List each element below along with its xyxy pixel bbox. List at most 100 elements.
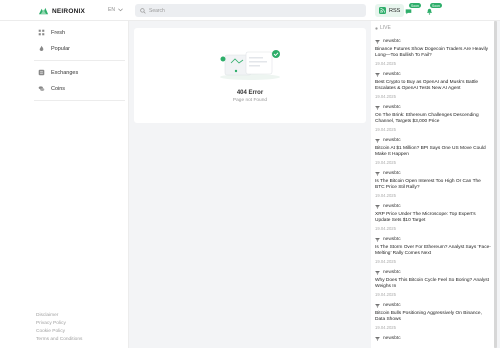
logo-text: NEIRONIX [52,7,86,15]
news-source: newsbtc [375,269,491,276]
source-icon [375,73,380,77]
news-headline: Best Crypto to Buy as OpenAI and Musk’s … [375,80,479,91]
search-input[interactable] [149,7,349,14]
news-source: newsbtc [375,203,491,210]
news-item[interactable]: newsbtc Best Crypto to Buy as OpenAI and… [375,71,491,99]
news-date: 19.04.2025 [375,126,396,132]
error-subtitle: Page not Found [232,98,268,103]
news-item[interactable]: newsbtc Binance Futures Show Dogecoin Tr… [375,38,491,66]
news-date: 19.04.2025 [375,192,396,198]
sidebar-item-label: Exchanges [51,69,79,76]
news-source-name: newsbtc [383,270,401,275]
news-item[interactable]: newsbtc Bitcoin At $1 Million? BPI Says … [375,137,491,165]
source-icon [375,238,380,242]
news-headline: Why Does This Bitcoin Cycle Feel So Bori… [375,278,490,289]
news-source: newsbtc [375,38,491,45]
news-item[interactable]: newsbtc [375,335,491,342]
news-headline: On The Brink: Ethereum Challenges Descen… [375,113,479,124]
news-source: newsbtc [375,71,491,78]
news-source-name: newsbtc [383,138,401,143]
sidebar: Fresh Popular Exchanges Coins Disclaimer… [0,21,129,348]
news-item[interactable]: newsbtc On The Brink: Ethereum Challenge… [375,104,491,132]
source-icon [375,106,380,110]
news-source-name: newsbtc [383,171,401,176]
news-date: 19.04.2025 [375,93,396,99]
news-source: newsbtc [375,104,491,111]
news-source-name: newsbtc [383,105,401,110]
source-icon [375,337,380,341]
clock-icon [38,29,45,36]
language-selector[interactable]: EN [108,7,123,13]
news-source-name: newsbtc [383,237,401,242]
live-dot-icon [375,26,378,30]
news-headline: Bitcoin At $1 Million? BPI Says One US M… [375,146,486,157]
news-date: 19.04.2025 [375,258,396,264]
news-headline: Is The Bitcoin Open Interest Too High Or… [375,179,481,190]
news-headline: Is The Storm Over For Ethereum? Analyst … [375,245,491,256]
source-icon [375,172,380,176]
news-source: newsbtc [375,236,491,243]
live-label: LIVE [380,25,391,31]
news-source-name: newsbtc [383,303,401,308]
fire-icon [39,45,44,51]
news-feed[interactable]: LIVE newsbtc Binance Futures Show Dogeco… [371,21,495,348]
chat-button[interactable]: Soon [404,3,424,17]
footer-link-terms[interactable]: Terms and Conditions [36,337,82,342]
news-item[interactable]: newsbtc Bitcoin Bulls Positioning Aggres… [375,302,491,330]
news-source-name: newsbtc [383,39,401,44]
news-headline: XRP Price Under The Microscope: Top Expe… [375,212,476,223]
news-source-name: newsbtc [383,72,401,77]
news-item[interactable]: newsbtc Why Does This Bitcoin Cycle Feel… [375,269,491,297]
news-item[interactable]: newsbtc XRP Price Under The Microscope: … [375,203,491,231]
live-indicator: LIVE [375,25,391,31]
news-item[interactable]: newsbtc Is The Storm Over For Ethereum? … [375,236,491,264]
sidebar-item-label: Popular [51,45,70,52]
exchange-icon [38,69,45,76]
rss-label: RSS [389,7,401,14]
news-source: newsbtc [375,170,491,177]
source-icon [375,139,380,143]
logo-icon [38,7,49,14]
news-source: newsbtc [375,302,491,309]
news-date: 19.04.2025 [375,225,396,231]
not-found-illustration-icon [220,50,280,80]
news-source: newsbtc [375,137,491,144]
logo[interactable]: NEIRONIX [38,5,85,17]
footer-link-cookie[interactable]: Cookie Policy [36,329,65,334]
sidebar-item-exchanges[interactable]: Exchanges [38,69,78,76]
news-date: 19.04.2025 [375,159,396,165]
coins-icon [38,86,45,91]
top-bar: NEIRONIX EN RSS Soon Soon [0,0,500,21]
soon-badge: Soon [430,3,442,8]
chat-icon [405,9,412,15]
chevron-down-icon [118,8,123,12]
footer-link-disclaimer[interactable]: Disclaimer [36,313,58,318]
language-label: EN [108,7,115,13]
news-source-name: newsbtc [383,204,401,209]
news-headline: Bitcoin Bulls Positioning Aggressively O… [375,311,482,322]
source-icon [375,304,380,308]
footer-link-privacy[interactable]: Privacy Policy [36,321,66,326]
news-date: 19.04.2025 [375,324,396,330]
news-item[interactable]: newsbtc Is The Bitcoin Open Interest Too… [375,170,491,198]
sidebar-item-popular[interactable]: Popular [38,45,70,52]
scrollbar-thumb[interactable] [494,21,497,348]
notifications-button[interactable]: Soon [425,3,445,17]
news-scrollbar[interactable] [494,21,497,348]
error-title: 404 Error [236,90,264,96]
sidebar-item-label: Fresh [51,29,66,36]
source-icon [375,40,380,44]
news-date: 19.04.2025 [375,60,396,66]
news-headline: Binance Futures Show Dogecoin Traders Ar… [375,47,489,58]
soon-badge: Soon [409,3,421,8]
news-date: 19.04.2025 [375,291,396,297]
search-bar[interactable] [135,4,366,17]
rss-button[interactable]: RSS [375,4,405,17]
bell-icon [427,8,432,15]
source-icon [375,205,380,209]
error-card: 404 Error Page not Found [134,28,366,123]
sidebar-item-label: Coins [51,85,66,92]
sidebar-item-fresh[interactable]: Fresh [38,29,65,36]
sidebar-item-coins[interactable]: Coins [38,85,65,92]
rss-icon [379,7,386,14]
